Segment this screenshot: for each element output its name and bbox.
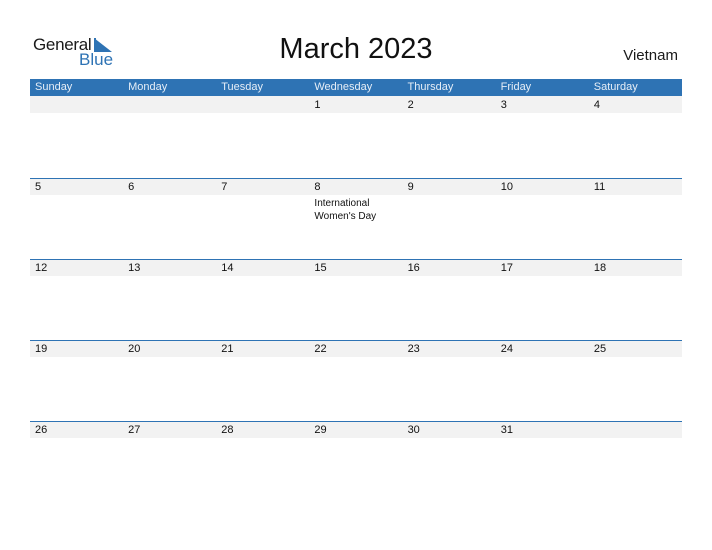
weekday-header: Sunday Monday Tuesday Wednesday Thursday… bbox=[30, 79, 682, 96]
day-cell[interactable]: 7 bbox=[216, 178, 309, 259]
day-number: 14 bbox=[221, 262, 234, 274]
day-cell[interactable]: 20 bbox=[123, 340, 216, 421]
day-number: 1 bbox=[314, 99, 321, 111]
weekday-sunday: Sunday bbox=[35, 81, 73, 93]
week-row: 12 13 14 15 16 17 18 bbox=[30, 259, 682, 340]
day-number: 7 bbox=[221, 181, 228, 193]
day-cell[interactable] bbox=[589, 421, 682, 502]
day-number: 23 bbox=[407, 343, 420, 355]
day-cell[interactable]: 28 bbox=[216, 421, 309, 502]
day-number: 20 bbox=[128, 343, 141, 355]
weekday-thursday: Thursday bbox=[407, 81, 454, 93]
day-number: 27 bbox=[128, 424, 141, 436]
day-number: 6 bbox=[128, 181, 135, 193]
day-number: 31 bbox=[500, 424, 513, 436]
weekday-monday: Monday bbox=[128, 81, 168, 93]
weekday-wednesday: Wednesday bbox=[314, 81, 373, 93]
day-number: 2 bbox=[407, 99, 414, 111]
day-cell[interactable]: 31 bbox=[496, 421, 589, 502]
day-number: 18 bbox=[593, 262, 607, 274]
day-number: 17 bbox=[500, 262, 513, 274]
day-cell[interactable]: 26 bbox=[30, 421, 123, 502]
day-cell[interactable]: 9 bbox=[403, 178, 496, 259]
day-cell[interactable]: 29 bbox=[309, 421, 402, 502]
calendar-title: March 2023 bbox=[279, 33, 433, 65]
country-label: Vietnam bbox=[623, 47, 678, 64]
day-cell[interactable]: 21 bbox=[216, 340, 309, 421]
day-cell[interactable]: 17 bbox=[496, 259, 589, 340]
day-cell[interactable]: 1 bbox=[309, 96, 402, 177]
day-number: 22 bbox=[314, 343, 327, 355]
day-number: 19 bbox=[35, 343, 48, 355]
day-cell[interactable]: 25 bbox=[589, 340, 682, 421]
day-number: 10 bbox=[500, 181, 513, 193]
day-number: 5 bbox=[35, 181, 42, 193]
weekday-tuesday: Tuesday bbox=[221, 81, 264, 93]
day-number: 8 bbox=[314, 181, 321, 193]
day-number: 9 bbox=[407, 181, 414, 193]
day-cell[interactable]: 22 bbox=[309, 340, 402, 421]
weekday-friday: Friday bbox=[500, 81, 532, 93]
day-number: 29 bbox=[314, 424, 327, 436]
day-cell[interactable]: 10 bbox=[496, 178, 589, 259]
day-cell[interactable]: 12 bbox=[30, 259, 123, 340]
day-number: 3 bbox=[500, 99, 507, 111]
holiday-event: International Women's Day bbox=[314, 198, 377, 222]
day-number: 28 bbox=[221, 424, 234, 436]
day-number: 30 bbox=[407, 424, 420, 436]
day-cell[interactable]: 11 bbox=[589, 178, 682, 259]
day-cell[interactable]: 24 bbox=[496, 340, 589, 421]
day-number: 24 bbox=[500, 343, 513, 355]
day-cell[interactable] bbox=[123, 96, 216, 177]
day-cell[interactable]: 19 bbox=[30, 340, 123, 421]
day-cell[interactable]: 2 bbox=[403, 96, 496, 177]
day-cell[interactable]: 4 bbox=[589, 96, 682, 177]
day-cell[interactable]: 15 bbox=[309, 259, 402, 340]
day-number: 13 bbox=[128, 262, 141, 274]
day-number: 4 bbox=[593, 99, 600, 111]
week-row: 26 27 28 29 30 31 bbox=[30, 421, 682, 502]
day-cell[interactable]: 3 bbox=[496, 96, 589, 177]
day-cell[interactable]: 13 bbox=[123, 259, 216, 340]
day-cell[interactable]: 16 bbox=[403, 259, 496, 340]
week-row: 1 2 3 4 bbox=[30, 96, 682, 177]
day-number: 16 bbox=[407, 262, 420, 274]
day-cell[interactable]: 27 bbox=[123, 421, 216, 502]
week-row: 19 20 21 22 23 24 25 bbox=[30, 340, 682, 421]
day-number: 21 bbox=[221, 343, 234, 355]
day-number: 12 bbox=[35, 262, 48, 274]
day-cell[interactable] bbox=[216, 96, 309, 177]
week-row: 5 6 7 8 International Women's Day 9 10 11 bbox=[30, 178, 682, 259]
day-number: 11 bbox=[593, 181, 606, 193]
day-cell[interactable]: 23 bbox=[403, 340, 496, 421]
day-cell[interactable]: 6 bbox=[123, 178, 216, 259]
day-cell[interactable]: 5 bbox=[30, 178, 123, 259]
day-number: 25 bbox=[593, 343, 607, 355]
day-cell[interactable]: 30 bbox=[403, 421, 496, 502]
day-number: 26 bbox=[35, 424, 48, 436]
day-cell[interactable]: 14 bbox=[216, 259, 309, 340]
day-number: 15 bbox=[314, 262, 327, 274]
weekday-saturday: Saturday bbox=[593, 81, 638, 93]
day-cell[interactable] bbox=[30, 96, 123, 177]
day-cell[interactable]: 18 bbox=[589, 259, 682, 340]
day-cell[interactable]: 8 International Women's Day bbox=[309, 178, 402, 259]
